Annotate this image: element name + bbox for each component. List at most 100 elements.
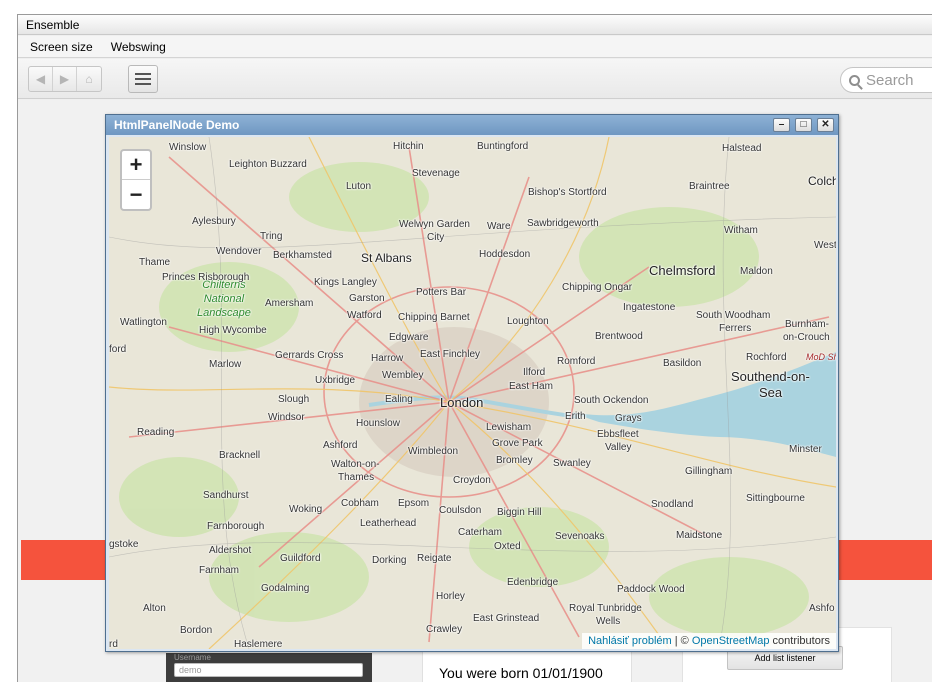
map-place-label: Watlington	[120, 317, 167, 328]
map-place-label: Maldon	[740, 266, 773, 277]
map-place-label: Watford	[347, 310, 382, 321]
map-place-label: Croydon	[453, 475, 491, 486]
map-place-label: Sevenoaks	[555, 531, 605, 542]
map-place-label: Swanley	[553, 458, 591, 469]
map-place-label: Horley	[436, 591, 465, 602]
map-place-label: Farnborough	[207, 521, 265, 532]
map-place-label: gstoke	[109, 539, 139, 550]
map-place-label: East Ham	[509, 381, 553, 392]
map-place-label: Ashford	[323, 440, 358, 451]
map-place-label: London	[440, 395, 484, 410]
map-place-label: Chipping Ongar	[562, 282, 633, 293]
map-place-label: Buntingford	[477, 141, 529, 152]
popup-title: HtmlPanelNode Demo	[114, 118, 240, 132]
htmlpanel-demo-window: HtmlPanelNode Demo – □ ✕ + − Chilterns N…	[105, 114, 839, 652]
zoom-out-button[interactable]: −	[122, 180, 150, 209]
search-field[interactable]: Search	[840, 67, 932, 93]
minimize-button[interactable]: –	[773, 118, 790, 132]
map-place-label: Colch	[808, 174, 836, 188]
home-button[interactable]: ⌂	[77, 67, 101, 91]
map-place-label: Luton	[346, 181, 372, 192]
map-place-label: City	[427, 232, 445, 243]
popup-controls: – □ ✕	[773, 118, 834, 132]
map-place-label: Amersham	[265, 298, 314, 309]
map-place-label: Crawley	[426, 624, 463, 635]
map-place-label: Tring	[260, 231, 283, 242]
map-place-label: Edenbridge	[507, 577, 559, 588]
menu-webswing[interactable]: Webswing	[111, 40, 166, 54]
map-place-label: Kings Langley	[314, 277, 377, 288]
map-place-label: Ilford	[523, 367, 546, 378]
map-place-label: Minster	[789, 444, 822, 455]
map-place-label: Reigate	[417, 553, 452, 564]
map-place-label: Wimbledon	[408, 446, 459, 457]
close-button[interactable]: ✕	[817, 118, 834, 132]
map-place-label: Leighton Buzzard	[229, 159, 307, 170]
openstreetmap-link[interactable]: OpenStreetMap	[692, 635, 770, 647]
map-place-label: Alton	[143, 603, 166, 614]
map-place-label: Guildford	[280, 553, 321, 564]
map-place-label: Edgware	[389, 332, 429, 343]
map-place-label: Sandhurst	[203, 490, 249, 501]
forward-button[interactable]: ▶	[53, 67, 77, 91]
report-problem-link[interactable]: Nahlásiť problém	[588, 635, 672, 647]
map-place-label: Uxbridge	[315, 375, 356, 386]
toolbar: ◀ ▶ ⌂ Search	[18, 59, 932, 99]
map-place-label: East Finchley	[420, 349, 481, 360]
map-place-label: Chelmsford	[649, 263, 716, 278]
map-place-label: Aylesbury	[192, 216, 236, 227]
map-place-label: Ebbsfleet	[597, 429, 639, 440]
map-place-label: Thame	[139, 257, 171, 268]
map-place-label: Godalming	[261, 583, 310, 594]
map-place-label: Valley	[605, 442, 632, 453]
map-place-label: Hounslow	[356, 418, 400, 429]
map-place-label: Ingatestone	[623, 302, 676, 313]
map-place-label: Romford	[557, 356, 596, 367]
map-place-label: Harrow	[371, 353, 404, 364]
username-field[interactable]: demo	[174, 663, 363, 677]
map-place-label: Sea	[759, 385, 783, 400]
map-place-label: Witham	[724, 225, 758, 236]
map-place-label: Halstead	[722, 143, 762, 154]
map-place-label: Reading	[137, 427, 175, 438]
map-place-label: Epsom	[398, 498, 430, 509]
attribution-contributors: contributors	[769, 635, 830, 647]
map-place-label: Grove Park	[492, 438, 543, 449]
zoom-control: + −	[120, 149, 152, 211]
map-place-label: Farnham	[199, 565, 240, 576]
map-place-label: Cobham	[341, 498, 379, 509]
map-place-label: on-Crouch	[783, 332, 830, 343]
map-place-label: Ealing	[385, 394, 413, 405]
hamburger-icon	[135, 73, 151, 85]
map-place-label: Haslemere	[234, 639, 283, 649]
menu-button[interactable]	[128, 65, 158, 93]
map-place-label: Bishop's Stortford	[528, 187, 607, 198]
map-place-label: Rochford	[746, 352, 787, 363]
back-button[interactable]: ◀	[29, 67, 53, 91]
map-place-label: Grays	[615, 413, 642, 424]
map-place-label: Erith	[565, 411, 586, 422]
map-place-label: Garston	[349, 293, 385, 304]
zoom-in-button[interactable]: +	[122, 151, 150, 180]
maximize-button[interactable]: □	[795, 118, 812, 132]
menu-screen-size[interactable]: Screen size	[30, 40, 93, 54]
map-place-label: Gerrards Cross	[275, 350, 344, 361]
window-titlebar: Ensemble	[18, 15, 932, 35]
map-place-label: Coulsdon	[439, 505, 482, 516]
map-view[interactable]: + − Chilterns National Landscape Winslow…	[109, 137, 836, 649]
map-place-label: Wendover	[216, 246, 262, 257]
map-place-label: Dorking	[372, 555, 407, 566]
map-place-label: Stevenage	[412, 168, 460, 179]
map-place-label: Lewisham	[486, 422, 532, 433]
map-place-label: Woking	[289, 504, 323, 515]
map-place-label: Royal Tunbridge	[569, 603, 642, 614]
map-place-label: Burnham-	[785, 319, 829, 330]
map-place-label: Brentwood	[595, 331, 643, 342]
map-place-label: MoD Sh	[806, 352, 836, 362]
map-place-label: Biggin Hill	[497, 507, 542, 518]
map-place-label: South Ockendon	[574, 395, 649, 406]
map-place-label: High Wycombe	[199, 325, 267, 336]
map-place-label: East Grinstead	[473, 613, 540, 624]
region-line-2: National	[203, 293, 245, 305]
popup-titlebar[interactable]: HtmlPanelNode Demo – □ ✕	[106, 115, 838, 135]
